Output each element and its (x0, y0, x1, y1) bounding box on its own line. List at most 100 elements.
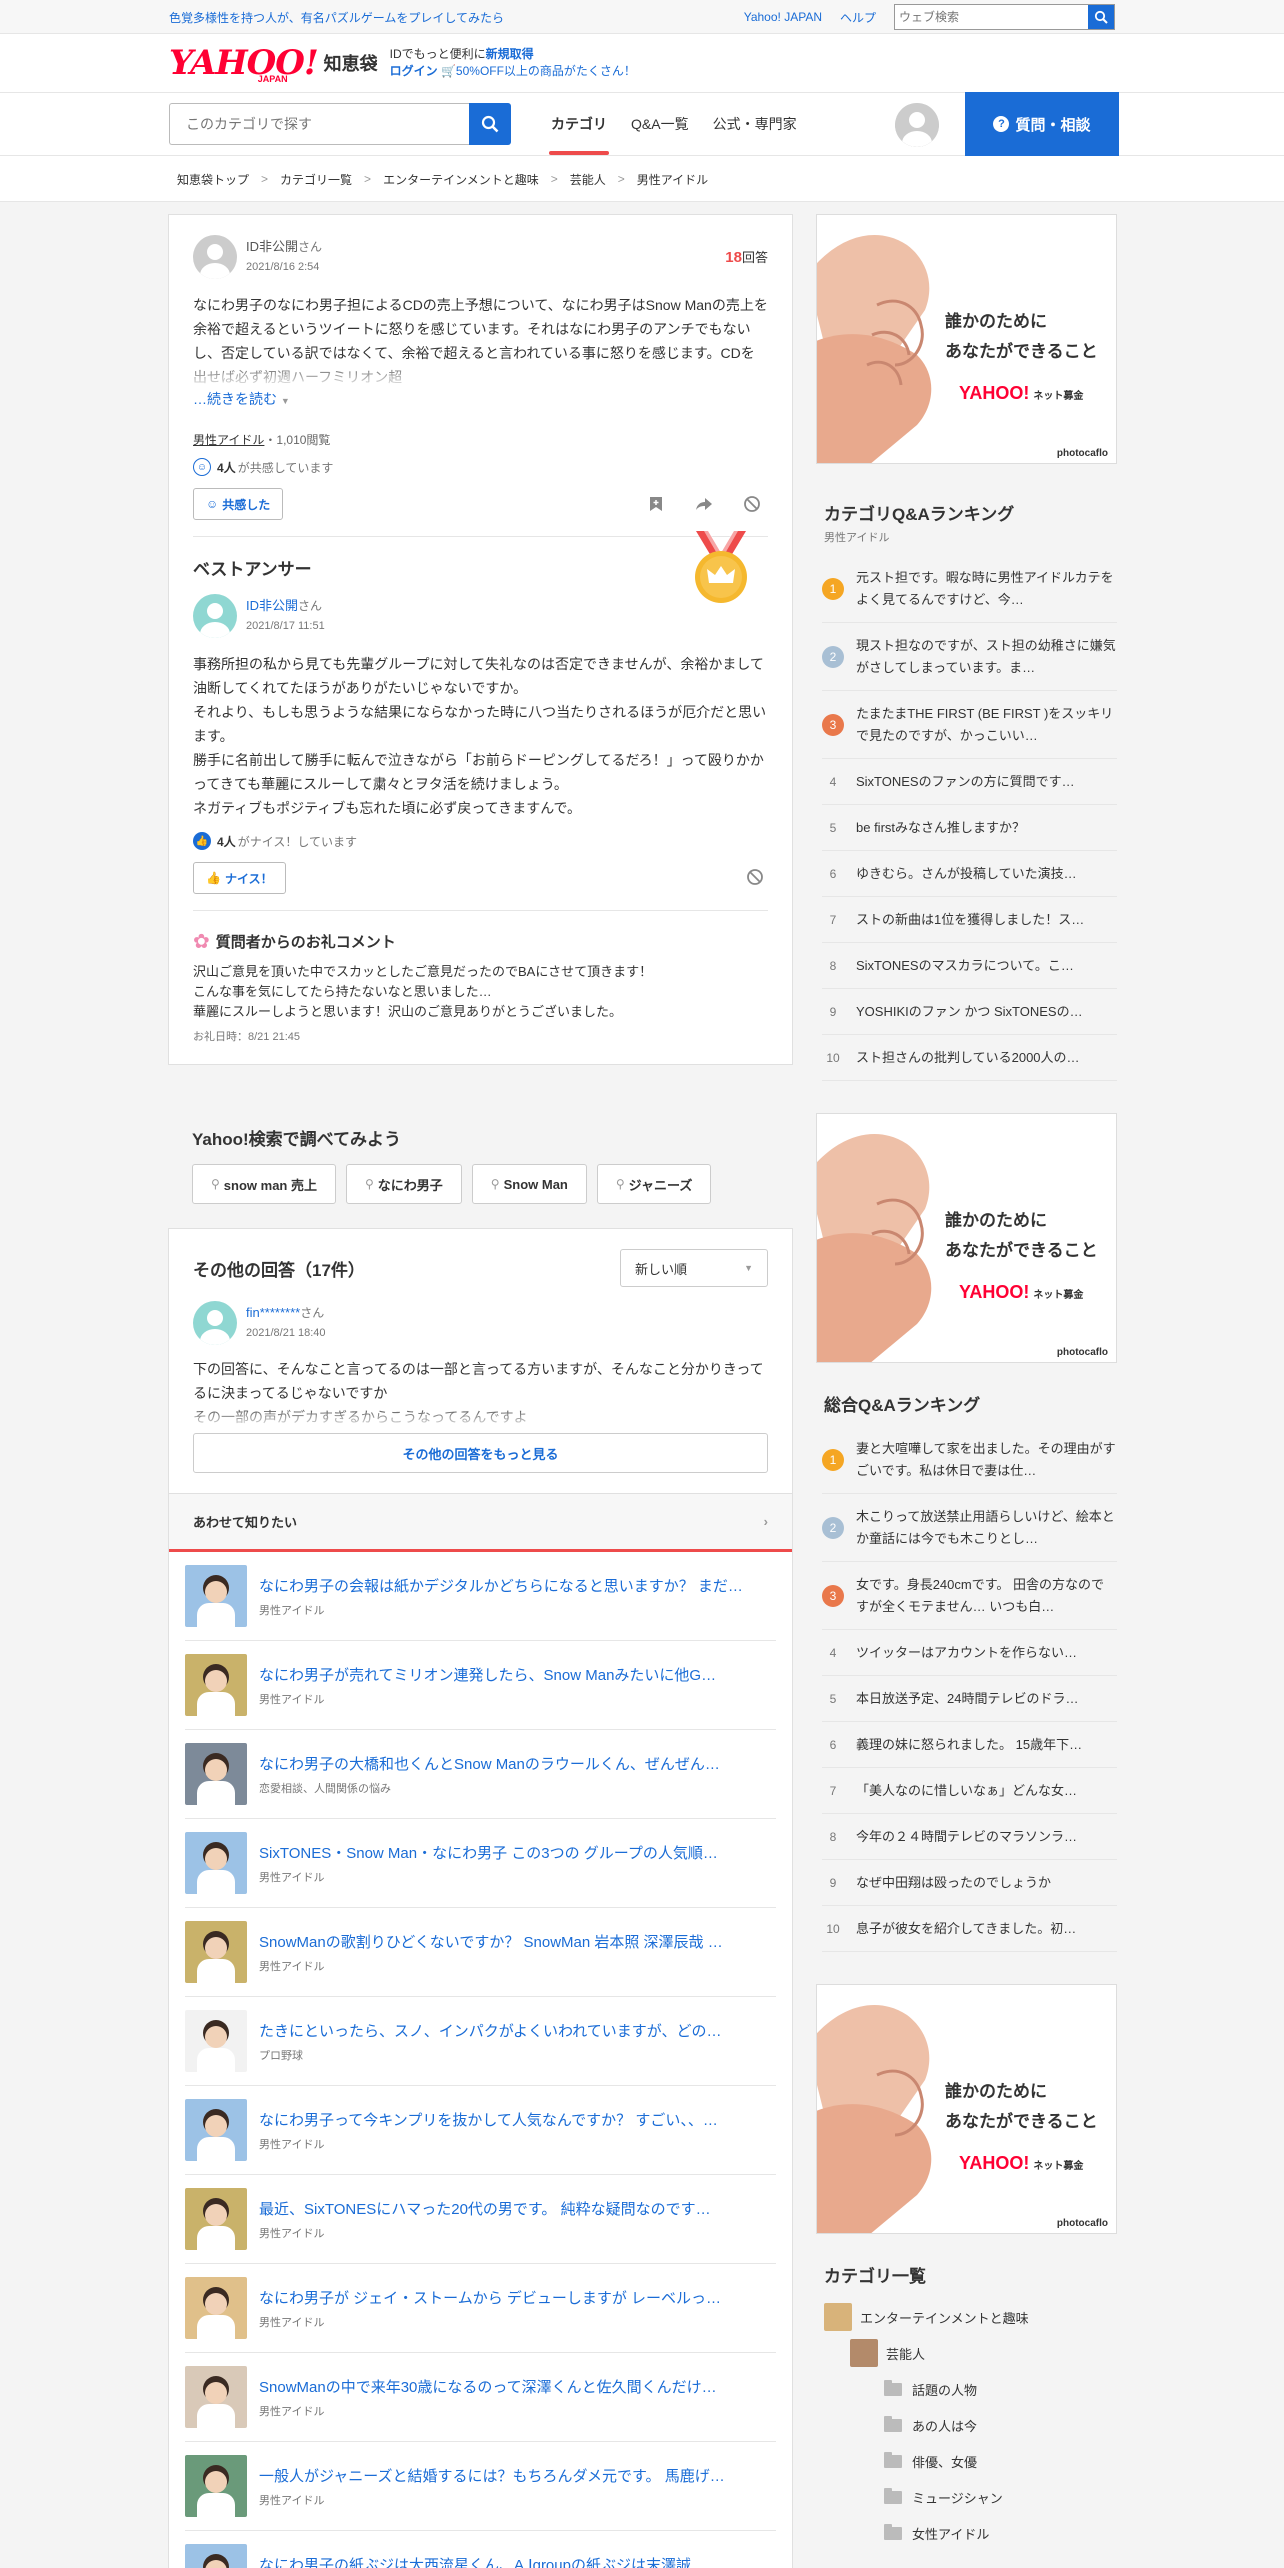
signup-link[interactable]: 新規取得 (486, 47, 534, 61)
rank-number: 6 (829, 1737, 837, 1752)
ranking-item[interactable]: 2 木こりって放送禁止用語らしいけど、絵本とか童話には今でも木こりとし… (822, 1494, 1117, 1562)
related-item[interactable]: SnowManの歌割りひどくないですか？ SnowMan 岩本照 深澤辰哉 … 男… (185, 1908, 776, 1997)
related-thumbnail (185, 2544, 247, 2568)
ranking-item[interactable]: 3 たまたまTHE FIRST (BE FIRST )をスッキリで見たのですが、か… (822, 691, 1117, 759)
breadcrumb-celebrity[interactable]: 芸能人 (570, 171, 606, 188)
search-chip[interactable]: ⚲ snow man 売上 (192, 1164, 336, 1204)
ranking-item[interactable]: 1 元スト担です。暇な時に男性アイドルカテをよく見てるんですけど、今… (822, 555, 1117, 623)
search-chip[interactable]: ⚲ ジャニーズ (596, 1164, 712, 1204)
rank-number: 2 (822, 1516, 844, 1539)
block-icon[interactable] (740, 492, 764, 516)
bookmark-icon[interactable] (644, 492, 668, 516)
ranking-item[interactable]: 4 ツイッターはアカウントを作らない… (822, 1630, 1117, 1676)
sale-link[interactable]: 50%OFF以上の商品がたくさん！ (456, 64, 636, 78)
ad-credit: photocaflo (1056, 2218, 1108, 2229)
top-bar: 色覚多様性を持つ人が、有名パズルゲームをプレイしてみたら Yahoo! JAPA… (0, 0, 1284, 34)
user-avatar[interactable] (895, 103, 939, 147)
tab-qa-list[interactable]: Q&A一覧 (619, 93, 701, 155)
ranking-item[interactable]: 3 女です。身長240cmです。 田舎の方なのですが全くモテません… いつも白… (822, 1562, 1117, 1630)
category-item[interactable]: ミュージシャン (824, 2479, 1117, 2515)
ranking-item[interactable]: 6 ゆきむら。さんが投稿していた演技… (822, 851, 1117, 897)
ranking-item[interactable]: 10 息子が彼女を紹介してきました。初… (822, 1906, 1117, 1952)
ad-banner[interactable]: 誰かのために あなたができること YAHOO! ネット募金 photocaflo (816, 1113, 1117, 1363)
login-link[interactable]: ログイン (390, 64, 438, 78)
more-answers-button[interactable]: その他の回答をもっと見る (193, 1433, 768, 1473)
related-item[interactable]: SnowManの中で来年30歳になるのって深澤くんと佐久間くんだけ… 男性アイドル (185, 2353, 776, 2442)
tab-category[interactable]: カテゴリ (539, 93, 619, 155)
other-answers: その他の回答（17件） 新しい順 ▼ fin********さん 2021/8/2… (168, 1228, 793, 1494)
related-heading: あわせて知りたい (193, 1515, 298, 1530)
category-item[interactable]: 俳優、女優 (824, 2443, 1117, 2479)
chevron-right-icon[interactable]: › (764, 1514, 768, 1529)
rank-number: 4 (829, 774, 837, 789)
question-category-link[interactable]: 男性アイドル (193, 433, 264, 447)
flower-icon: ✿ (193, 931, 210, 953)
related-item[interactable]: たきにといったら、スノ、インパクがよくいわれていますが、どの… プロ野球 (185, 1997, 776, 2086)
top-ad-link[interactable]: 色覚多様性を持つ人が、有名パズルゲームをプレイしてみたら (169, 9, 726, 26)
category-item-entertainment[interactable]: エンターテインメントと趣味 (824, 2299, 1117, 2335)
related-item[interactable]: なにわ男子の会報は紙かデジタルかどちらになると思いますか？ まだ… 男性アイドル (185, 1552, 776, 1641)
breadcrumb-category-list[interactable]: カテゴリ一覧 (280, 171, 352, 188)
ad-logo: YAHOO! ネット募金 (959, 2153, 1084, 2173)
ranking-item[interactable]: 8 SixTONESのマスカラについて。こ… (822, 943, 1117, 989)
help-link[interactable]: ヘルプ (840, 9, 876, 26)
question-user-name: ID非公開 (246, 239, 299, 254)
ranking-item[interactable]: 7 「美人なのに惜しいなぁ」どんな女… (822, 1768, 1117, 1814)
related-item[interactable]: なにわ男子が売れてミリオン連発したら、Snow Manみたいに他G… 男性アイドル (185, 1641, 776, 1730)
share-icon[interactable] (692, 492, 716, 516)
category-item[interactable]: 話題の人物 (824, 2371, 1117, 2407)
web-search-input[interactable] (895, 5, 1088, 29)
category-item[interactable]: 女性アイドル (824, 2515, 1117, 2551)
category-list: カテゴリ一覧 エンターテインメントと趣味 芸能人 話題の人物 あの人は今 俳優、女優… (816, 2262, 1117, 2551)
other-answer-user[interactable]: fin******** (246, 1305, 300, 1320)
category-search-input[interactable] (169, 103, 469, 145)
category-search-button[interactable] (469, 103, 511, 145)
ranking-item[interactable]: 9 なぜ中田翔は殴ったのでしょうか (822, 1860, 1117, 1906)
tab-official[interactable]: 公式・専門家 (701, 93, 809, 155)
breadcrumb-entertainment[interactable]: エンターテインメントと趣味 (383, 171, 539, 188)
related-category: 男性アイドル (259, 2227, 325, 2240)
yahoo-chiebukuro-logo[interactable]: YAHOO! JAPAN 知恵袋 (169, 46, 378, 84)
related-category: 男性アイドル (259, 1604, 325, 1617)
ad-banner[interactable]: 誰かのために あなたができること YAHOO! ネット募金 photocaflo (816, 1984, 1117, 2234)
ranking-item[interactable]: 5 be firstみなさん推しますか？ (822, 805, 1117, 851)
search-chip[interactable]: ⚲ なにわ男子 (345, 1164, 462, 1204)
ranking-item[interactable]: 10 スト担さんの批判している2000人の… (822, 1035, 1117, 1081)
related-item[interactable]: なにわ男子って今キンプリを抜かして人気なんですか？ すごい、、… 男性アイドル (185, 2086, 776, 2175)
empathy-button[interactable]: ☺ 共感した (193, 488, 284, 520)
related-thumbnail (185, 1921, 247, 1983)
chiebukuro-logo-text: 知恵袋 (323, 54, 378, 74)
related-item[interactable]: なにわ男子が ジェイ・ストームから デビューしますが レーベルっ… 男性アイドル (185, 2264, 776, 2353)
ranking-item[interactable]: 9 YOSHIKIのファン かつ SixTONESの… (822, 989, 1117, 1035)
ranking-item[interactable]: 5 本日放送予定、24時間テレビのドラ… (822, 1676, 1117, 1722)
related-item[interactable]: なにわ男子の紙ぶジは大西流星くん、A.Ⅰgroupの紙ぶジは末澤誠…男性アイドル (185, 2531, 776, 2568)
ranking-item[interactable]: 1 妻と大喧嘩して家を出ました。その理由がすごいです。私は休日で妻は仕… (822, 1426, 1117, 1494)
search-chip[interactable]: ⚲ Snow Man (471, 1164, 587, 1204)
related-title: なにわ男子の大橋和也くんとSnow Manのラウールくん、ぜんぜん… (259, 1755, 720, 1773)
rank-number: 5 (829, 820, 837, 835)
search-icon: ⚲ (490, 1177, 500, 1191)
related-item[interactable]: 一般人がジャニーズと結婚するには？もちろんダメ元です。 馬鹿げ… 男性アイドル (185, 2442, 776, 2531)
best-answer-user-name[interactable]: ID非公開 (246, 598, 298, 613)
ranking-item[interactable]: 7 ストの新曲は1位を獲得しました！ス… (822, 897, 1117, 943)
ad-banner[interactable]: 誰かのために あなたができること YAHOO! ネット募金 photocaflo (816, 214, 1117, 464)
breadcrumb-top[interactable]: 知恵袋トップ (177, 171, 249, 188)
related-item[interactable]: SixTONES・Snow Man・なにわ男子 この3つの グループの人気順… 男… (185, 1819, 776, 1908)
category-item[interactable]: あの人は今 (824, 2407, 1117, 2443)
ranking-item[interactable]: 2 現スト担なのですが、スト担の幼稚さに嫌気がさしてしまっています。ま… (822, 623, 1117, 691)
related-item[interactable]: なにわ男子の大橋和也くんとSnow Manのラウールくん、ぜんぜん… 恋愛相談、人… (185, 1730, 776, 1819)
read-more-link[interactable]: …続きを読む ▼ (193, 389, 768, 409)
related-item[interactable]: 最近、SixTONESにハマった20代の男です。 純粋な疑問なのです… 男性アイド… (185, 2175, 776, 2264)
sidebar: 誰かのために あなたができること YAHOO! ネット募金 photocaflo カ… (816, 214, 1117, 2551)
yahoo-japan-link[interactable]: Yahoo! JAPAN (744, 10, 822, 24)
ranking-item[interactable]: 6 義理の妹に怒られました。 15歳年下… (822, 1722, 1117, 1768)
ask-question-button[interactable]: ? 質問・相談 (965, 92, 1119, 156)
sort-select[interactable]: 新しい順 ▼ (620, 1249, 768, 1287)
block-icon[interactable] (746, 868, 764, 889)
ranking-item[interactable]: 8 今年の２４時間テレビのマラソンラ… (822, 1814, 1117, 1860)
web-search-button[interactable] (1088, 5, 1114, 29)
category-item-celebrity[interactable]: 芸能人 (824, 2335, 1117, 2371)
ranking-item[interactable]: 4 SixTONESのファンの方に質問です… (822, 759, 1117, 805)
category-ranking-sub: 男性アイドル (824, 532, 890, 544)
nice-button[interactable]: 👍 ナイス！ (193, 862, 286, 894)
